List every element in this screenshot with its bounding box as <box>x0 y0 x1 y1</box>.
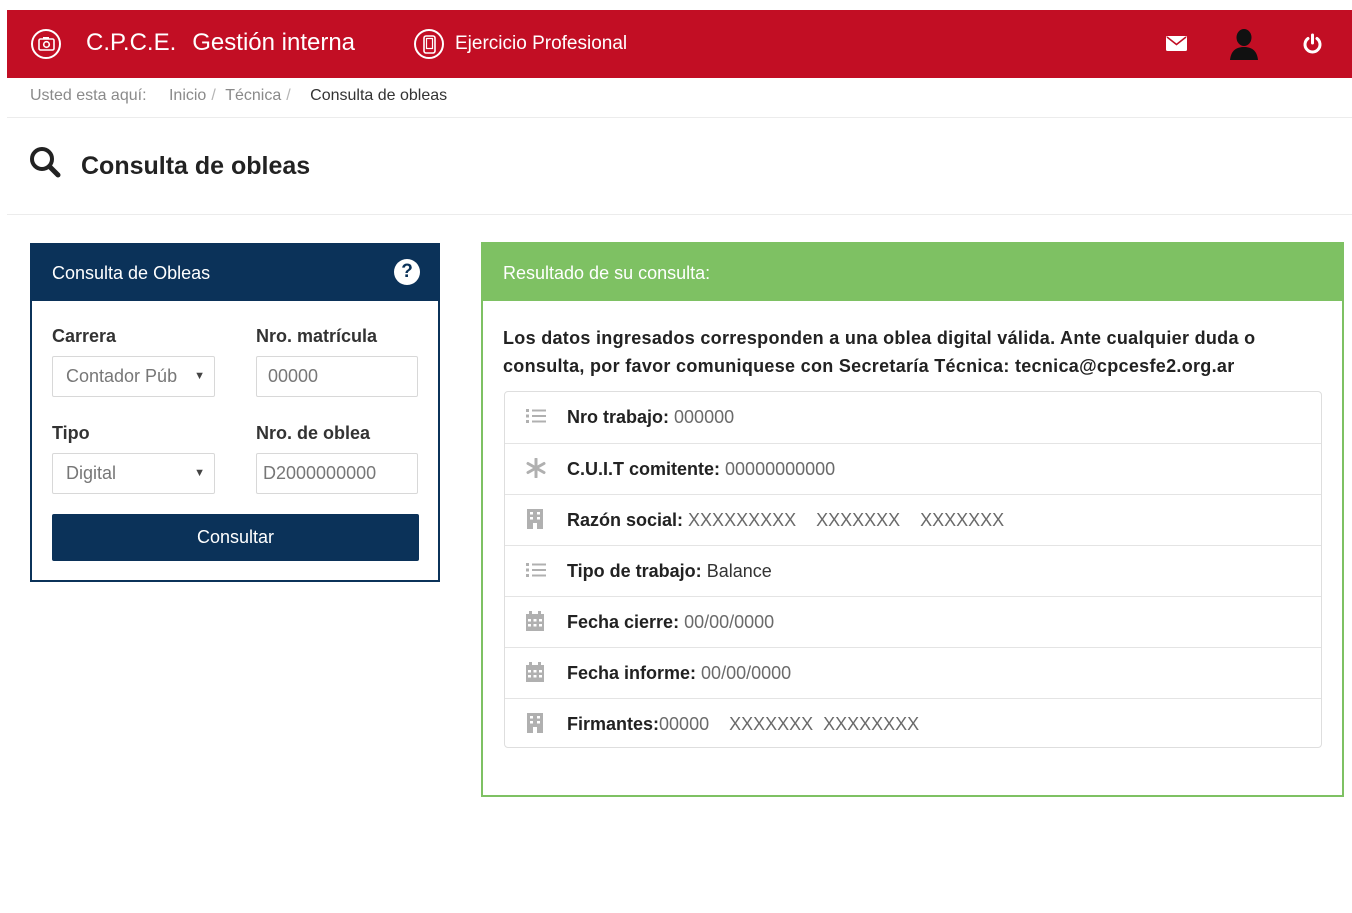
result-row-cuit: C.U.I.T comitente: 00000000000 <box>505 443 1321 494</box>
row-label: Razón social: <box>567 510 684 530</box>
camera-icon[interactable] <box>31 29 61 59</box>
row-value: XXXXXXXXX XXXXXXX XXXXXXX <box>688 510 1005 530</box>
breadcrumb-separator: / <box>286 87 291 104</box>
brand-name: C.P.C.E. <box>86 29 177 56</box>
calendar-icon <box>526 611 544 636</box>
brand[interactable]: C.P.C.E. Gestión interna <box>86 29 355 57</box>
result-panel-title: Resultado de su consulta: <box>503 263 711 283</box>
power-icon[interactable] <box>1302 33 1323 60</box>
row-label: Firmantes: <box>567 714 660 734</box>
query-panel: Consulta de Obleas ? Carrera Contador Pú… <box>30 243 440 582</box>
query-panel-header: Consulta de Obleas ? <box>32 245 438 301</box>
asterisk-icon <box>526 457 546 483</box>
row-label: Tipo de trabajo: <box>567 561 702 581</box>
chevron-down-icon: ▼ <box>194 467 205 479</box>
result-row-nro-trabajo: Nro trabajo: 000000 <box>505 392 1321 443</box>
matricula-input[interactable]: 00000 <box>256 356 418 397</box>
result-row-fecha-cierre: Fecha cierre: 00/00/0000 <box>505 596 1321 647</box>
query-panel-title: Consulta de Obleas <box>52 263 211 283</box>
row-label: Nro trabajo: <box>567 407 670 427</box>
breadcrumb-current: Consulta de obleas <box>310 87 448 104</box>
row-label: Fecha informe: <box>567 663 697 683</box>
result-row-fecha-informe: Fecha informe: 00/00/0000 <box>505 647 1321 698</box>
breadcrumb-home[interactable]: Inicio <box>169 86 206 106</box>
result-row-firmantes: Firmantes:00000 XXXXXXX XXXXXXXX <box>505 698 1321 749</box>
mail-icon[interactable] <box>1166 36 1187 56</box>
row-value: 00/00/0000 <box>701 663 792 683</box>
result-row-tipo-trabajo: Tipo de trabajo: Balance <box>505 545 1321 596</box>
help-icon[interactable]: ? <box>394 259 420 285</box>
row-value: 000000 <box>674 407 735 427</box>
row-value: 00000 XXXXXXX XXXXXXXX <box>659 714 920 734</box>
breadcrumb: Usted esta aquí: Inicio / Técnica / Consul… <box>30 86 447 106</box>
oblea-label: Nro. de oblea <box>256 423 371 443</box>
building-icon <box>527 509 543 534</box>
tipo-select[interactable]: Digital ▼ <box>52 453 215 494</box>
tipo-select-value: Digital <box>66 463 117 483</box>
divider <box>7 117 1352 118</box>
breadcrumb-prefix: Usted esta aquí: <box>30 87 147 104</box>
list-icon <box>526 562 546 583</box>
row-label: C.U.I.T comitente: <box>567 459 721 479</box>
result-list: Nro trabajo: 000000 C.U.I.T comitente: 0… <box>504 391 1322 748</box>
carrera-select-value: Contador Púb <box>66 366 178 386</box>
tipo-label: Tipo <box>52 423 90 443</box>
matricula-label: Nro. matrícula <box>256 326 378 346</box>
row-value: 00000000000 <box>725 459 836 479</box>
top-navbar: C.P.C.E. Gestión interna Ejercicio Profes… <box>7 10 1352 78</box>
calendar-icon <box>526 662 544 687</box>
building-icon <box>527 713 543 738</box>
result-row-razon-social: Razón social: XXXXXXXXX XXXXXXX XXXXXXX <box>505 494 1321 545</box>
result-message: Los datos ingresados corresponden a una … <box>503 328 1256 376</box>
search-icon <box>29 146 61 183</box>
chevron-down-icon: ▼ <box>194 370 205 382</box>
result-panel-header: Resultado de su consulta: <box>483 244 1342 301</box>
carrera-label: Carrera <box>52 326 117 346</box>
divider <box>7 214 1352 215</box>
section-link[interactable]: Ejercicio Profesional <box>455 32 627 56</box>
result-panel: Resultado de su consulta: Los datos ingr… <box>481 242 1344 797</box>
list-icon <box>526 408 546 429</box>
carrera-select[interactable]: Contador Púb ▼ <box>52 356 215 397</box>
consultar-button[interactable]: Consultar <box>52 514 419 561</box>
phone-icon[interactable] <box>414 29 444 59</box>
user-icon[interactable] <box>1229 28 1259 65</box>
row-value: Balance <box>706 561 772 581</box>
breadcrumb-tecnica[interactable]: Técnica <box>225 86 281 106</box>
row-value: 00/00/0000 <box>684 612 775 632</box>
oblea-input[interactable]: D2000000000 <box>256 453 418 494</box>
breadcrumb-separator: / <box>211 87 216 104</box>
row-label: Fecha cierre: <box>567 612 680 632</box>
page-title: Consulta de obleas <box>81 152 311 180</box>
app-name: Gestión interna <box>192 29 356 56</box>
